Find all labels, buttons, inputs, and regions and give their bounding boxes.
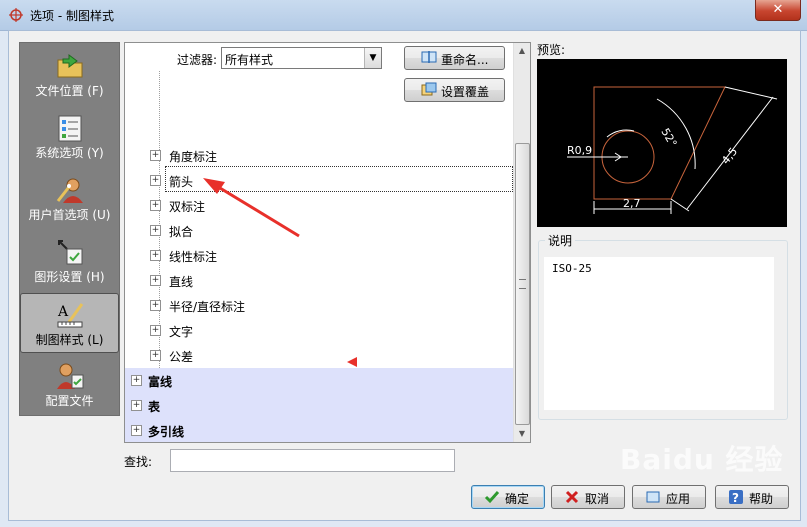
nav-label: 系统选项 (Y) — [35, 146, 104, 160]
ok-button[interactable]: 确定 — [471, 485, 545, 509]
ok-label: 确定 — [505, 492, 530, 506]
title-bar: 选项 - 制图样式 ✕ — [0, 0, 807, 31]
svg-text:A: A — [57, 304, 69, 320]
cancel-button[interactable]: 取消 — [551, 485, 625, 509]
preview-width-text: 2,7 — [623, 197, 641, 210]
apply-label: 应用 — [666, 492, 691, 506]
style-tree-panel: 过滤器: 所有样式 ▼ 重命名... 设置覆盖 + 角度标注 + 箭头 + 双标… — [124, 42, 531, 443]
help-label: 帮助 — [749, 492, 774, 506]
nav-item-user-preferences[interactable]: 用户首选项 (U) — [21, 169, 118, 227]
close-button[interactable]: ✕ — [755, 0, 801, 21]
scroll-down-icon[interactable]: ▼ — [514, 426, 530, 442]
preview-radius-text: R0,9 — [567, 144, 592, 157]
drafting-style-icon: A — [57, 303, 84, 328]
grip-icon — [519, 279, 526, 289]
nav-label: 配置文件 — [45, 394, 94, 408]
folder-arrow-icon — [57, 54, 83, 78]
scroll-up-icon[interactable]: ▲ — [514, 43, 530, 59]
nav-label: 文件位置 (F) — [35, 84, 104, 98]
options-nav: 文件位置 (F) 系统选项 (Y) 用户首选项 (U) 图形设置 (H) A 制… — [19, 42, 120, 416]
apply-button[interactable]: 应用 — [632, 485, 706, 509]
nav-label: 制图样式 (L) — [35, 333, 104, 347]
checklist-icon — [58, 115, 82, 142]
annotation-arrow — [203, 178, 357, 367]
nav-item-file-locations[interactable]: 文件位置 (F) — [21, 45, 118, 103]
help-icon: ? — [729, 490, 743, 505]
graphics-settings-icon — [58, 240, 83, 265]
nav-label: 用户首选项 (U) — [28, 208, 111, 222]
svg-text:?: ? — [732, 491, 739, 505]
apply-icon — [646, 491, 660, 503]
check-icon — [484, 491, 500, 504]
dimension-preview: R0,9 52° 4,5 2,7 — [537, 59, 787, 227]
nav-item-graphics-settings[interactable]: 图形设置 (H) — [21, 231, 118, 289]
window-title: 选项 - 制图样式 — [30, 9, 114, 23]
scroll-thumb[interactable] — [515, 143, 530, 425]
cancel-x-icon — [565, 490, 579, 504]
nav-item-profiles[interactable]: 配置文件 — [21, 355, 118, 413]
description-box: ISO-25 — [544, 257, 774, 410]
nav-label: 图形设置 (H) — [34, 270, 105, 284]
tree-scrollbar[interactable]: ▲ ▼ — [513, 43, 530, 442]
description-text: ISO-25 — [552, 262, 592, 275]
search-input[interactable] — [170, 449, 455, 472]
preview-label: 预览: — [537, 43, 566, 57]
cancel-label: 取消 — [585, 492, 610, 506]
profile-user-icon — [57, 363, 84, 389]
user-wand-icon — [56, 178, 83, 203]
search-label: 查找: — [124, 455, 153, 469]
preview-angle-text: 52° — [658, 126, 679, 149]
nav-item-system-options[interactable]: 系统选项 (Y) — [21, 107, 118, 165]
app-icon — [9, 8, 23, 22]
watermark: Baidu 经验 — [620, 443, 784, 476]
preview-shape — [593, 86, 726, 200]
description-legend: 说明 — [545, 232, 576, 249]
help-button[interactable]: ? 帮助 — [715, 485, 789, 509]
nav-item-drafting-style[interactable]: A 制图样式 (L) — [20, 293, 119, 353]
